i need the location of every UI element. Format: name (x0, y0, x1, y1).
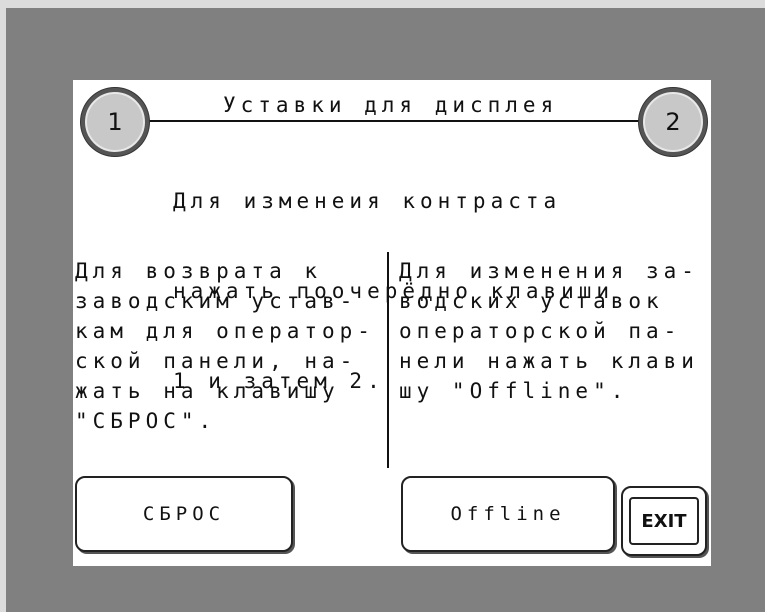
key-1-label: 1 (107, 108, 123, 136)
exit-icon: EXIT (629, 497, 699, 545)
key-2-label: 2 (665, 108, 681, 136)
offline-line: нели нажать клави (399, 349, 699, 373)
reset-line: заводским устав- (75, 289, 358, 313)
instruction-line: Для изменеия контраста (173, 189, 562, 213)
key-1-button[interactable]: 1 (81, 88, 149, 156)
reset-line: "СБРОС". (75, 409, 217, 433)
panel-bezel: 1 2 Уставки для дисплея Для изменеия кон… (6, 8, 765, 612)
reset-line: кам для оператор- (75, 319, 375, 343)
exit-button-label: EXIT (641, 510, 687, 532)
offline-line: Для изменения за- (399, 259, 699, 283)
offline-line: операторской па- (399, 319, 682, 343)
reset-line: Для возврата к (75, 259, 323, 283)
reset-button[interactable]: СБРОС (75, 476, 293, 552)
offline-button-label: Offline (450, 503, 566, 525)
offline-line: шу "Offline". (399, 379, 629, 403)
reset-line: ской панели, на- (75, 349, 358, 373)
column-divider (387, 252, 389, 468)
offline-description: Для изменения за- водских уставок операт… (399, 256, 699, 406)
page-title: Уставки для дисплея (223, 93, 559, 117)
key-2-button[interactable]: 2 (639, 88, 707, 156)
offline-line: водских уставок (399, 289, 664, 313)
hmi-screen: 1 2 Уставки для дисплея Для изменеия кон… (73, 80, 711, 566)
reset-button-label: СБРОС (142, 503, 226, 525)
reset-line: жать на клавишу (75, 379, 340, 403)
reset-description: Для возврата к заводским устав- кам для … (75, 256, 375, 436)
exit-button[interactable]: EXIT (621, 486, 707, 556)
title-divider-line (149, 120, 643, 122)
offline-button[interactable]: Offline (401, 476, 615, 552)
